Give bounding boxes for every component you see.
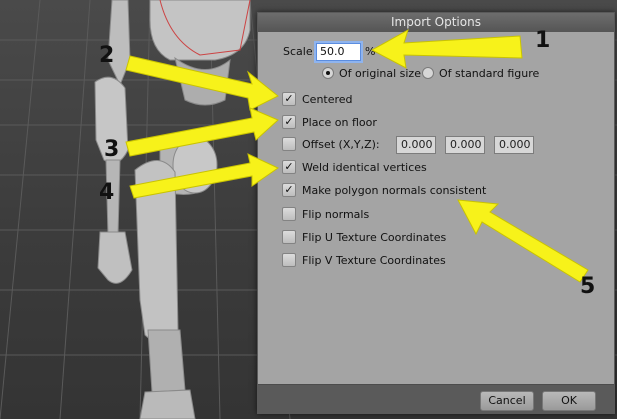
annotation-number-1: 1: [535, 28, 551, 53]
annotation-number-4: 4: [99, 180, 115, 205]
arrow-1-icon: [370, 28, 523, 69]
arrow-3-icon: [125, 107, 279, 157]
arrow-4-icon: [129, 153, 280, 199]
annotation-arrows: [125, 28, 589, 283]
arrow-5-icon: [457, 199, 589, 283]
arrow-2-icon: [125, 55, 279, 111]
annotation-number-2: 2: [99, 43, 115, 68]
annotation-number-3: 3: [104, 137, 120, 162]
annotation-number-5: 5: [580, 274, 596, 299]
